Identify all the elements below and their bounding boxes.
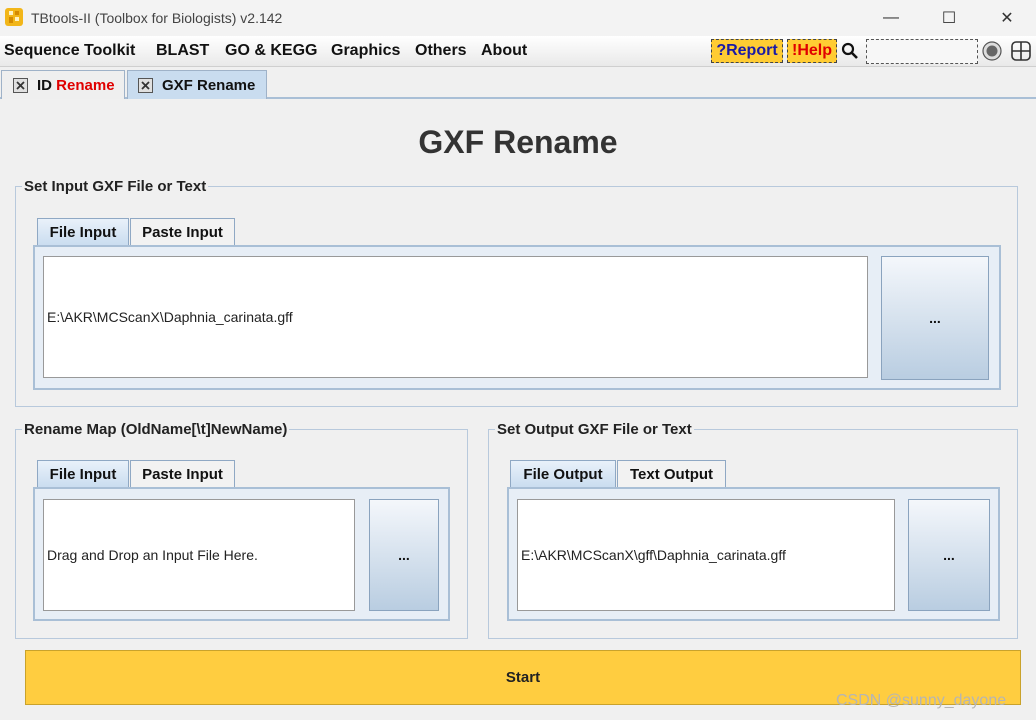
tab-gxf-label: GXF Rename xyxy=(162,76,256,94)
browse-input-button[interactable]: ... xyxy=(881,256,989,380)
tab-text-output[interactable]: Text Output xyxy=(617,460,726,488)
map-panel: Drag and Drop an Input File Here. ... xyxy=(33,487,450,621)
record-icon[interactable] xyxy=(982,41,1002,61)
output-group-label: Set Output GXF File or Text xyxy=(495,421,694,438)
report-button[interactable]: ?Report xyxy=(711,39,783,63)
search-icon[interactable] xyxy=(841,42,859,60)
tab-rename-label: Rename xyxy=(56,76,115,94)
close-button[interactable]: ✕ xyxy=(978,0,1036,36)
menu-graphics[interactable]: Graphics xyxy=(331,42,400,60)
watermark: CSDN @sunny_dayone xyxy=(836,692,1007,709)
menu-bar: Sequence Toolkit BLAST GO & KEGG Graphic… xyxy=(0,36,1036,67)
menu-others[interactable]: Others xyxy=(415,42,467,60)
tab-close-icon[interactable] xyxy=(13,77,28,93)
menu-about[interactable]: About xyxy=(481,42,527,60)
menu-blast[interactable]: BLAST xyxy=(156,42,209,60)
tab-gxf-rename[interactable]: GXF Rename xyxy=(127,70,267,99)
title-bar: TBtools-II (Toolbox for Biologists) v2.1… xyxy=(0,0,1036,36)
tab-file-output[interactable]: File Output xyxy=(510,460,616,488)
output-panel: E:\AKR\MCScanX\gff\Daphnia_carinata.gff … xyxy=(507,487,1000,621)
map-drop-area[interactable]: Drag and Drop an Input File Here. xyxy=(43,499,355,611)
maximize-button[interactable]: ☐ xyxy=(920,0,978,36)
tab-id-label: ID xyxy=(37,76,57,94)
rename-map-label: Rename Map (OldName[\t]NewName) xyxy=(22,421,290,438)
browse-output-button[interactable]: ... xyxy=(908,499,990,611)
output-file-path[interactable]: E:\AKR\MCScanX\gff\Daphnia_carinata.gff xyxy=(517,499,895,611)
rename-map-group: Rename Map (OldName[\t]NewName) File Inp… xyxy=(15,421,468,639)
page-title: GXF Rename xyxy=(418,124,618,160)
tab-id-rename[interactable]: ID Rename xyxy=(1,70,125,99)
document-tabs: ID Rename GXF Rename xyxy=(0,68,1036,99)
window-title: TBtools-II (Toolbox for Biologists) v2.1… xyxy=(31,10,283,26)
layout-grid-icon[interactable] xyxy=(1010,40,1032,62)
search-input[interactable] xyxy=(866,39,978,64)
menu-sequence-toolkit[interactable]: Sequence Toolkit xyxy=(4,42,135,60)
minimize-button[interactable]: — xyxy=(862,0,920,36)
tab-map-file-input[interactable]: File Input xyxy=(37,460,129,488)
tab-close-icon[interactable] xyxy=(138,77,153,93)
output-group: Set Output GXF File or Text File Output … xyxy=(488,421,1018,639)
tab-file-input[interactable]: File Input xyxy=(37,218,129,246)
browse-map-button[interactable]: ... xyxy=(369,499,439,611)
tab-paste-input[interactable]: Paste Input xyxy=(130,218,235,246)
input-group-label: Set Input GXF File or Text xyxy=(22,178,209,195)
input-panel: E:\AKR\MCScanX\Daphnia_carinata.gff ... xyxy=(33,245,1001,390)
tab-map-paste-input[interactable]: Paste Input xyxy=(130,460,235,488)
input-file-path[interactable]: E:\AKR\MCScanX\Daphnia_carinata.gff xyxy=(43,256,868,378)
input-group: Set Input GXF File or Text File Input Pa… xyxy=(15,178,1018,407)
menu-go-kegg[interactable]: GO & KEGG xyxy=(225,42,317,60)
help-button[interactable]: !Help xyxy=(787,39,837,63)
tbtools-logo-icon xyxy=(5,8,23,26)
